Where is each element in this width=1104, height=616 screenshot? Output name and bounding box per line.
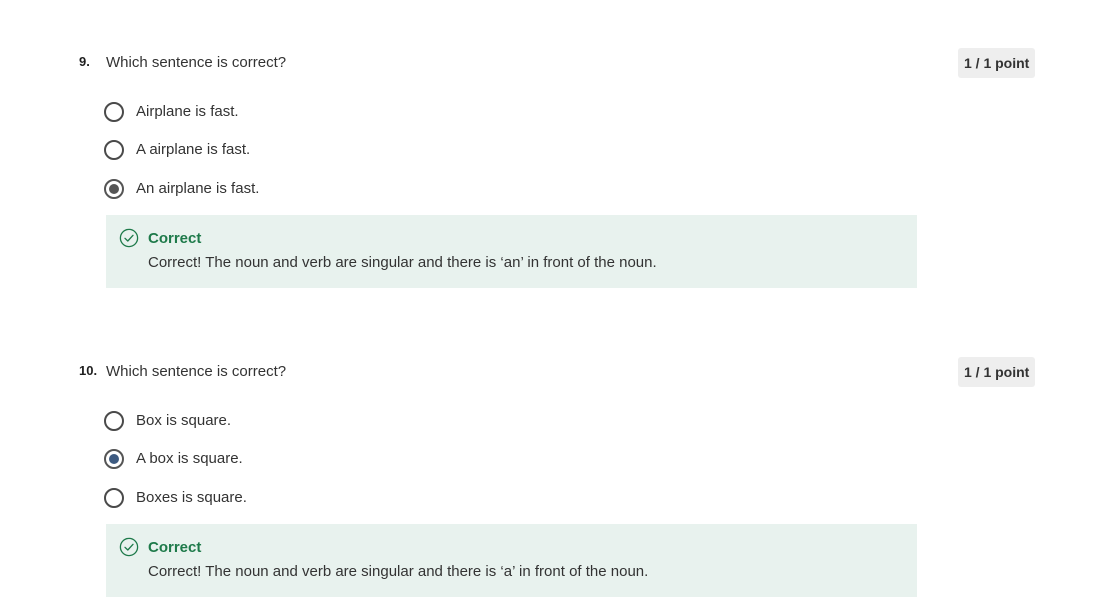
radio-button[interactable] — [104, 140, 124, 160]
option-label: An airplane is fast. — [136, 180, 260, 197]
option-airplane-is-fast[interactable]: Airplane is fast. — [104, 100, 239, 124]
feedback-title: Correct — [148, 230, 202, 247]
question-text: Which sentence is correct? — [106, 363, 287, 380]
option-label: A airplane is fast. — [136, 141, 251, 158]
option-an-airplane-is-fast[interactable]: An airplane is fast. — [104, 177, 259, 201]
feedback-text: Correct! The noun and verb are singular … — [148, 563, 649, 580]
quiz-results-page: 9. Which sentence is correct? 1 / 1 poin… — [0, 0, 1104, 616]
check-circle-icon — [119, 228, 139, 248]
question-number: 9. — [79, 54, 90, 69]
feedback-box: Correct Correct! The noun and verb are s… — [106, 215, 917, 288]
points-badge: 1 / 1 point — [958, 48, 1036, 78]
feedback-text: Correct! The noun and verb are singular … — [148, 254, 657, 271]
option-boxes-is-square[interactable]: Boxes is square. — [104, 486, 247, 510]
feedback-box: Correct Correct! The noun and verb are s… — [106, 524, 917, 597]
radio-button-selected[interactable] — [104, 179, 124, 199]
option-a-airplane-is-fast[interactable]: A airplane is fast. — [104, 138, 250, 162]
feedback-title: Correct — [148, 539, 202, 556]
option-label: Boxes is square. — [136, 489, 247, 506]
option-box-is-square[interactable]: Box is square. — [104, 409, 231, 433]
option-label: Airplane is fast. — [136, 103, 239, 120]
radio-button-selected[interactable] — [104, 449, 124, 469]
question-text: Which sentence is correct? — [106, 54, 287, 71]
option-label: Box is square. — [136, 412, 232, 429]
question-number: 10. — [79, 363, 98, 378]
option-label: A box is square. — [136, 450, 243, 467]
option-a-box-is-square[interactable]: A box is square. — [104, 447, 243, 471]
points-badge: 1 / 1 point — [958, 357, 1036, 387]
radio-button[interactable] — [104, 102, 124, 122]
radio-button[interactable] — [104, 411, 124, 431]
check-circle-icon — [119, 537, 139, 557]
radio-button[interactable] — [104, 488, 124, 508]
